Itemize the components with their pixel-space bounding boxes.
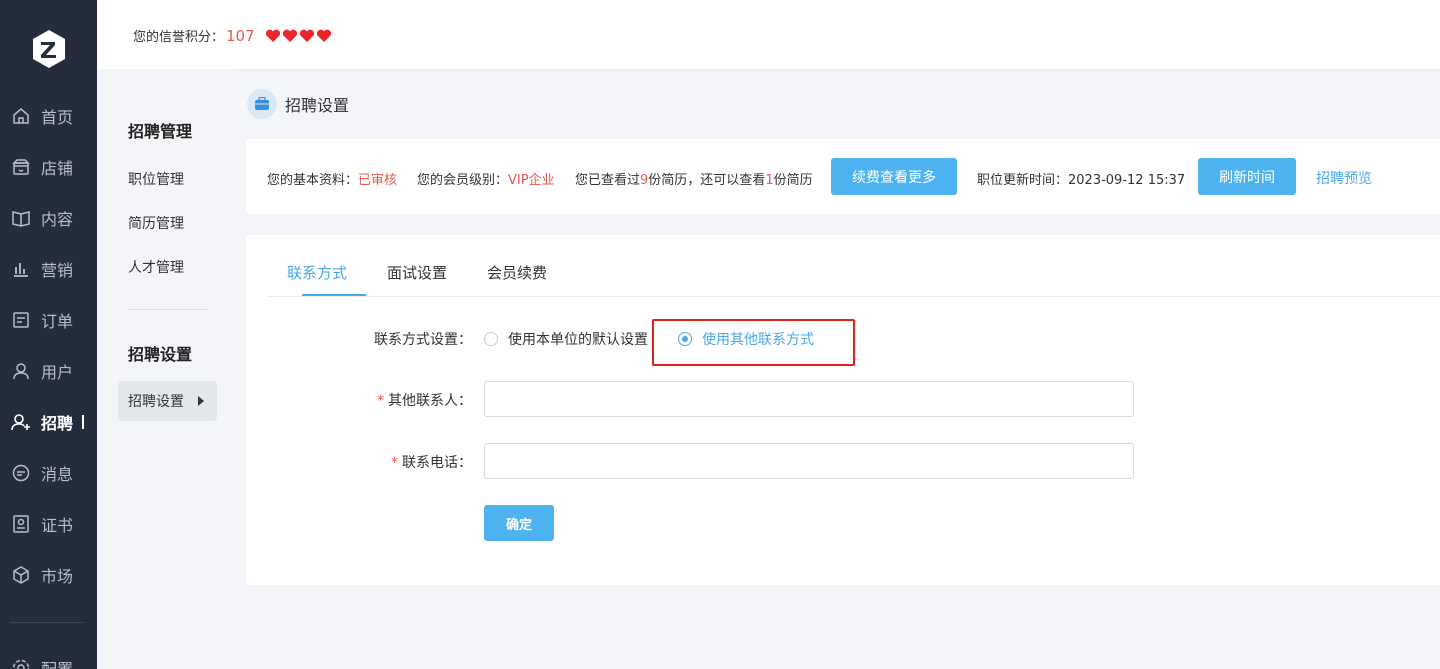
main-sidebar: 首页 店铺 内容 营销 订单 用户 招聘 消息 证书 市场 配置 (0, 0, 97, 669)
nav-item-home[interactable]: 首页 (0, 96, 97, 136)
viewed-prefix: 您已查看过 (575, 173, 641, 188)
contact-person-input[interactable] (484, 381, 1134, 417)
sub-menu: 招聘管理 职位管理 简历管理 人才管理 招聘设置 招聘设置 (97, 69, 236, 669)
nav-item-settings[interactable]: 配置 (0, 648, 97, 669)
basic-info-text: 您的基本资料：已审核 (267, 169, 397, 188)
nav-item-content[interactable]: 内容 (0, 198, 97, 238)
required-mark: * (391, 455, 398, 471)
submenu-item-recruit-settings[interactable]: 招聘设置 (118, 381, 217, 421)
nav-item-messages[interactable]: 消息 (0, 453, 97, 493)
page-heading: 招聘设置 (247, 89, 349, 119)
heart-icon (265, 29, 280, 42)
member-level-text: 您的会员级别：VIP企业 (417, 169, 555, 188)
submenu-item-positions[interactable]: 职位管理 (128, 169, 184, 189)
store-icon (12, 159, 30, 175)
submenu-group-title: 招聘设置 (128, 345, 193, 364)
market-icon (13, 566, 29, 584)
member-level-value: VIP企业 (508, 173, 555, 188)
submenu-group-title: 招聘管理 (128, 122, 193, 141)
message-icon (12, 464, 30, 482)
book-icon (12, 211, 30, 227)
radio-default-contact[interactable]: 使用本单位的默认设置 (484, 329, 648, 349)
nav-item-label: 用户 (41, 363, 74, 382)
nav-item-label: 订单 (41, 312, 74, 331)
nav-item-certificates[interactable]: 证书 (0, 504, 97, 544)
settings-panel: 联系方式 面试设置 会员续费 联系方式设置： 使用本单位的默认设置 使用其他联系… (246, 235, 1440, 585)
member-level-label: 您的会员级别： (417, 173, 509, 188)
nav-item-label: 市场 (41, 567, 74, 586)
order-icon (13, 312, 29, 328)
active-tab-underline (302, 294, 366, 296)
nav-item-label: 消息 (41, 465, 74, 484)
page-title: 招聘设置 (285, 96, 350, 115)
phone-label-text: 联系电话： (402, 455, 472, 471)
home-icon (13, 108, 29, 124)
heart-icon (282, 29, 297, 42)
update-time-label: 职位更新时间： (977, 173, 1069, 188)
update-time-value: 2023-09-12 15:37 (1068, 173, 1186, 188)
nav-item-recruit[interactable]: 招聘 (0, 402, 97, 442)
preview-link[interactable]: 招聘预览 (1316, 168, 1372, 188)
active-indicator (82, 415, 84, 429)
confirm-button[interactable]: 确定 (484, 505, 554, 541)
submenu-item-talents[interactable]: 人才管理 (128, 257, 184, 277)
nav-item-label: 招聘 (41, 414, 74, 433)
nav-item-orders[interactable]: 订单 (0, 300, 97, 340)
viewed-mid: 份简历，还可以查看 (648, 173, 766, 188)
radio-circle[interactable] (484, 332, 498, 346)
nav-item-users[interactable]: 用户 (0, 351, 97, 391)
top-header: 您的信誉积分： 107 (97, 0, 1440, 69)
nav-item-label: 内容 (41, 210, 74, 229)
contact-person-label-text: 其他联系人： (388, 393, 472, 409)
nav-item-market[interactable]: 市场 (0, 555, 97, 595)
phone-label: * 联系电话： (391, 452, 472, 472)
heart-icon (299, 29, 314, 42)
nav-item-label: 店铺 (41, 159, 74, 178)
nav-item-label: 首页 (41, 108, 74, 127)
contact-setting-label: 联系方式设置： (374, 332, 472, 348)
tab-bar: 联系方式 面试设置 会员续费 (268, 235, 1440, 297)
resume-quota-text: 您已查看过9份简历，还可以查看1份简历 (575, 169, 813, 188)
settings-icon (12, 659, 30, 669)
bar-chart-icon (14, 263, 28, 277)
credit-score: 您的信誉积分： 107 (133, 26, 333, 45)
basic-info-label: 您的基本资料： (267, 173, 359, 188)
submenu-divider (128, 309, 208, 310)
tab-membership[interactable]: 会员续费 (487, 262, 547, 283)
submenu-item-resumes[interactable]: 简历管理 (128, 213, 184, 233)
viewed-suffix: 份简历 (773, 173, 813, 188)
nav-item-label: 营销 (41, 261, 74, 280)
caret-right-icon (198, 396, 204, 406)
tab-contact[interactable]: 联系方式 (287, 262, 347, 283)
nav-item-label: 证书 (41, 516, 74, 535)
contact-person-label: * 其他联系人： (377, 390, 472, 410)
credit-value: 107 (226, 26, 255, 45)
credit-label: 您的信誉积分： (133, 30, 225, 45)
certificate-icon (13, 515, 29, 533)
submenu-item-label: 招聘设置 (128, 394, 184, 410)
refresh-time-button[interactable]: 刷新时间 (1198, 158, 1296, 195)
basic-info-status: 已审核 (358, 173, 398, 188)
required-mark: * (377, 393, 384, 409)
recruit-icon (11, 414, 30, 431)
nav-item-marketing[interactable]: 营销 (0, 249, 97, 289)
nav-item-store[interactable]: 店铺 (0, 147, 97, 187)
phone-input[interactable] (484, 443, 1134, 479)
tab-interview[interactable]: 面试设置 (387, 262, 447, 283)
sidebar-divider (10, 622, 85, 623)
radio-label: 使用本单位的默认设置 (508, 332, 648, 348)
renew-button[interactable]: 续费查看更多 (831, 158, 957, 195)
update-time-text: 职位更新时间：2023-09-12 15:37 (977, 169, 1185, 188)
account-info-card: 您的基本资料：已审核 您的会员级别：VIP企业 您已查看过9份简历，还可以查看1… (246, 139, 1440, 214)
user-icon (13, 363, 29, 380)
remain-count: 1 (765, 173, 774, 188)
highlight-annotation-box (652, 319, 855, 366)
briefcase-icon (247, 89, 277, 119)
heart-icon (316, 29, 331, 42)
nav-item-label: 配置 (41, 656, 73, 669)
app-logo-icon[interactable] (31, 29, 67, 69)
